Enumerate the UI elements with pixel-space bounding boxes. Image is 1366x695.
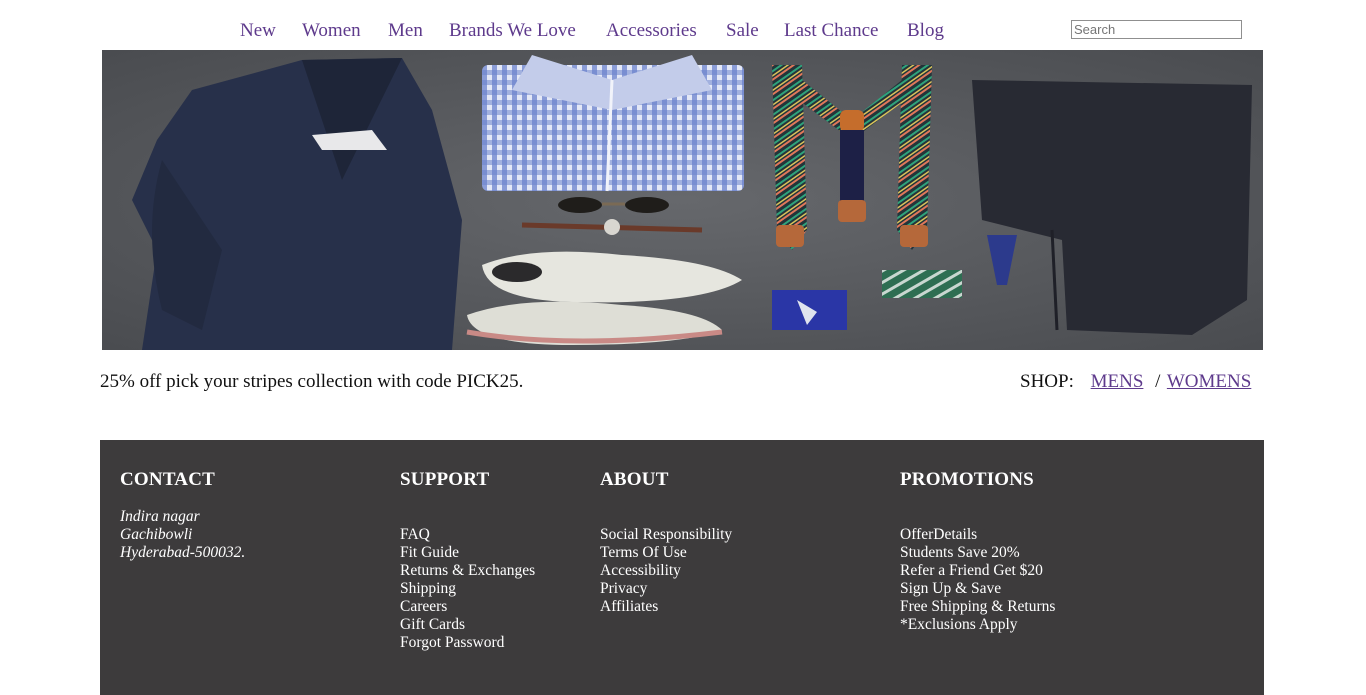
nav-item-men[interactable]: Men: [388, 20, 423, 42]
nav-item-sale[interactable]: Sale: [726, 20, 759, 42]
shop-separator: /: [1155, 371, 1161, 392]
nav-item-last-chance[interactable]: Last Chance: [784, 20, 878, 42]
footer-promotions: PROMOTIONS OfferDetails Students Save 20…: [900, 469, 1055, 633]
nav-item-accessories[interactable]: Accessories: [606, 20, 697, 42]
support-link-shipping[interactable]: Shipping: [400, 580, 456, 597]
nav-item-blog[interactable]: Blog: [907, 20, 944, 42]
hero-banner-image: [102, 50, 1263, 350]
nav-item-brands-we-love[interactable]: Brands We Love: [449, 20, 576, 42]
promo-link-offer-details[interactable]: OfferDetails: [900, 526, 977, 543]
search-input[interactable]: [1071, 20, 1242, 39]
footer-support-heading: SUPPORT: [400, 469, 490, 490]
support-link-returns[interactable]: Returns & Exchanges: [400, 562, 535, 579]
footer-about: ABOUT Social Responsibility Terms Of Use…: [600, 469, 732, 615]
contact-address: Indira nagar Gachibowli Hyderabad-500032…: [120, 508, 245, 562]
promo-message: 25% off pick your stripes collection wit…: [100, 371, 524, 392]
promo-link-sign-up[interactable]: Sign Up & Save: [900, 580, 1001, 597]
about-link-affiliates[interactable]: Affiliates: [600, 598, 658, 615]
footer-contact-heading: CONTACT: [120, 469, 215, 490]
shop-mens-link[interactable]: MENS: [1091, 371, 1144, 392]
about-link-social-responsibility[interactable]: Social Responsibility: [600, 526, 732, 543]
address-line: Gachibowli: [120, 526, 193, 543]
footer-about-heading: ABOUT: [600, 469, 669, 490]
nav-item-women[interactable]: Women: [302, 20, 361, 42]
promo-link-free-shipping[interactable]: Free Shipping & Returns: [900, 598, 1055, 615]
promotions-links: OfferDetails Students Save 20% Refer a F…: [900, 526, 1160, 634]
support-link-careers[interactable]: Careers: [400, 598, 447, 615]
site-footer: CONTACT Indira nagar Gachibowli Hyderaba…: [100, 440, 1264, 695]
nav-item-new[interactable]: New: [240, 20, 276, 42]
promo-link-students[interactable]: Students Save 20%: [900, 544, 1020, 561]
promo-link-exclusions[interactable]: *Exclusions Apply: [900, 616, 1018, 633]
footer-support: SUPPORT FAQ Fit Guide Returns & Exchange…: [400, 469, 535, 651]
address-line: Indira nagar: [120, 508, 200, 525]
about-links: Social Responsibility Terms Of Use Acces…: [600, 526, 860, 616]
address-line: Hyderabad-500032.: [120, 544, 246, 561]
promo-link-refer-friend[interactable]: Refer a Friend Get $20: [900, 562, 1043, 579]
support-link-fit-guide[interactable]: Fit Guide: [400, 544, 459, 561]
about-link-accessibility[interactable]: Accessibility: [600, 562, 681, 579]
about-link-privacy[interactable]: Privacy: [600, 580, 647, 597]
support-link-gift-cards[interactable]: Gift Cards: [400, 616, 465, 633]
about-link-terms[interactable]: Terms Of Use: [600, 544, 687, 561]
support-link-forgot-password[interactable]: Forgot Password: [400, 634, 504, 651]
shop-womens-link[interactable]: WOMENS: [1167, 371, 1251, 392]
shop-links: SHOP: MENS / WOMENS: [1020, 371, 1251, 393]
footer-contact: CONTACT Indira nagar Gachibowli Hyderaba…: [120, 469, 245, 561]
hero-illustration: [102, 50, 1263, 350]
support-link-faq[interactable]: FAQ: [400, 526, 430, 543]
shop-label: SHOP:: [1020, 371, 1074, 392]
footer-promotions-heading: PROMOTIONS: [900, 469, 1034, 490]
